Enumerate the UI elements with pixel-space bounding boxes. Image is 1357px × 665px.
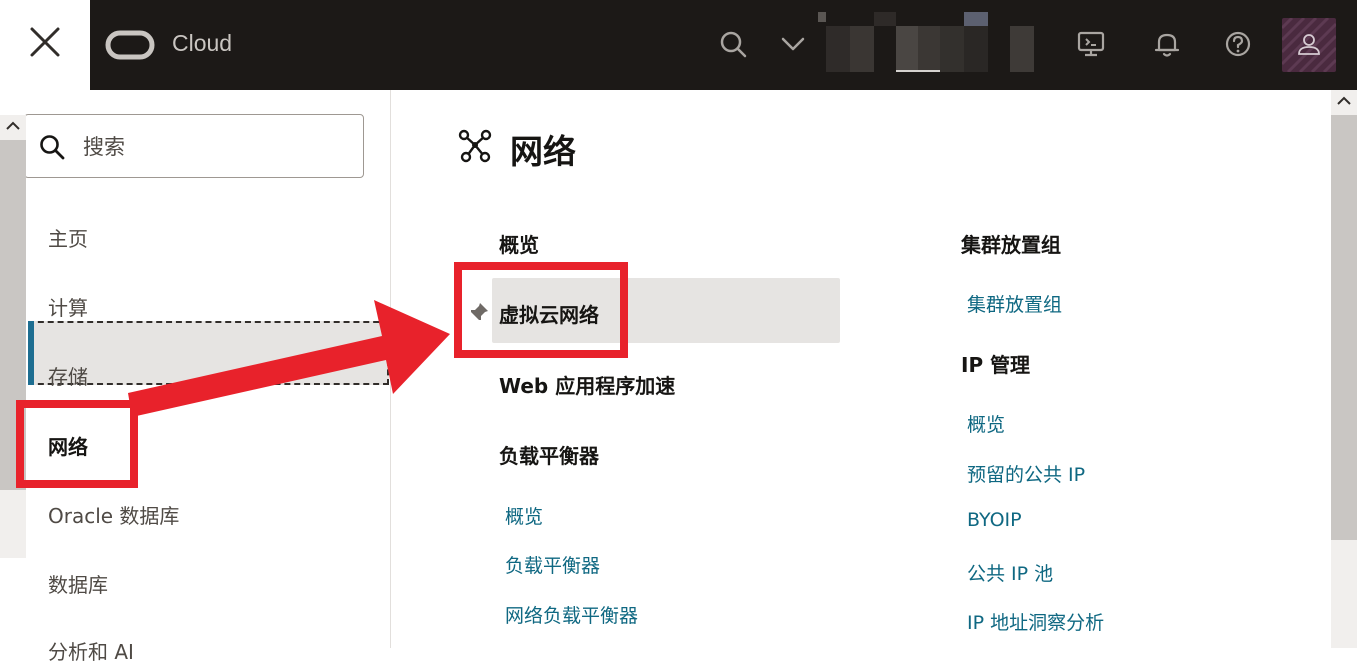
public-ip-pools-link[interactable]: 公共 IP 池 xyxy=(967,559,1053,586)
selected-indicator xyxy=(28,321,34,385)
annotation-highlight-networking xyxy=(16,400,138,488)
search-box[interactable] xyxy=(24,114,364,178)
ip-management-heading: IP 管理 xyxy=(961,353,1031,377)
sidebar-item-databases[interactable]: 数据库 xyxy=(48,569,108,598)
overview-link[interactable]: 概览 xyxy=(499,229,539,258)
byoip-link[interactable]: BYOIP xyxy=(967,509,1022,531)
avatar[interactable] xyxy=(1282,18,1336,72)
panel-scrollbar-thumb[interactable] xyxy=(1331,115,1357,540)
page-title: 网络 xyxy=(510,132,576,171)
brand-name[interactable]: Cloud xyxy=(172,30,232,57)
load-balancer-link[interactable]: 负载平衡器 xyxy=(505,551,600,578)
search-input[interactable] xyxy=(81,129,345,165)
network-load-balancer-link[interactable]: 网络负载平衡器 xyxy=(505,601,638,628)
user-icon xyxy=(1282,18,1336,72)
network-icon xyxy=(458,129,492,163)
cluster-placement-link[interactable]: 集群放置组 xyxy=(967,290,1062,317)
close-menu-button[interactable] xyxy=(0,0,90,90)
ip-address-insights-link[interactable]: IP 地址洞察分析 xyxy=(967,608,1104,635)
cloud-shell-icon[interactable] xyxy=(1074,27,1108,61)
close-icon[interactable] xyxy=(28,25,62,59)
bell-icon[interactable] xyxy=(1150,27,1184,61)
ip-overview-link[interactable]: 概览 xyxy=(967,410,1005,437)
top-navigation-bar: Cloud xyxy=(90,0,1357,90)
sidebar-item-storage[interactable]: 存储 xyxy=(48,361,88,390)
load-balancer-heading: 负载平衡器 xyxy=(499,444,599,468)
lb-overview-link[interactable]: 概览 xyxy=(505,502,543,529)
reserved-public-ip-link[interactable]: 预留的公共 IP xyxy=(967,460,1085,487)
search-icon[interactable] xyxy=(716,27,750,61)
sidebar-item-home[interactable]: 主页 xyxy=(48,223,88,252)
scroll-up-icon[interactable] xyxy=(4,119,22,133)
chevron-down-icon[interactable] xyxy=(776,27,810,61)
search-icon xyxy=(40,135,65,160)
help-icon[interactable] xyxy=(1221,27,1255,61)
web-acceleration-link[interactable]: Web 应用程序加速 xyxy=(499,370,675,399)
scroll-up-icon[interactable] xyxy=(1335,94,1353,108)
annotation-highlight-vcn xyxy=(454,262,628,358)
sidebar-item-oracle-database[interactable]: Oracle 数据库 xyxy=(48,500,179,529)
oracle-logo[interactable] xyxy=(105,28,155,62)
cluster-placement-heading: 集群放置组 xyxy=(961,233,1061,257)
sidebar-item-analytics-ai[interactable]: 分析和 AI xyxy=(48,636,134,665)
sidebar-item-compute[interactable]: 计算 xyxy=(48,292,88,321)
